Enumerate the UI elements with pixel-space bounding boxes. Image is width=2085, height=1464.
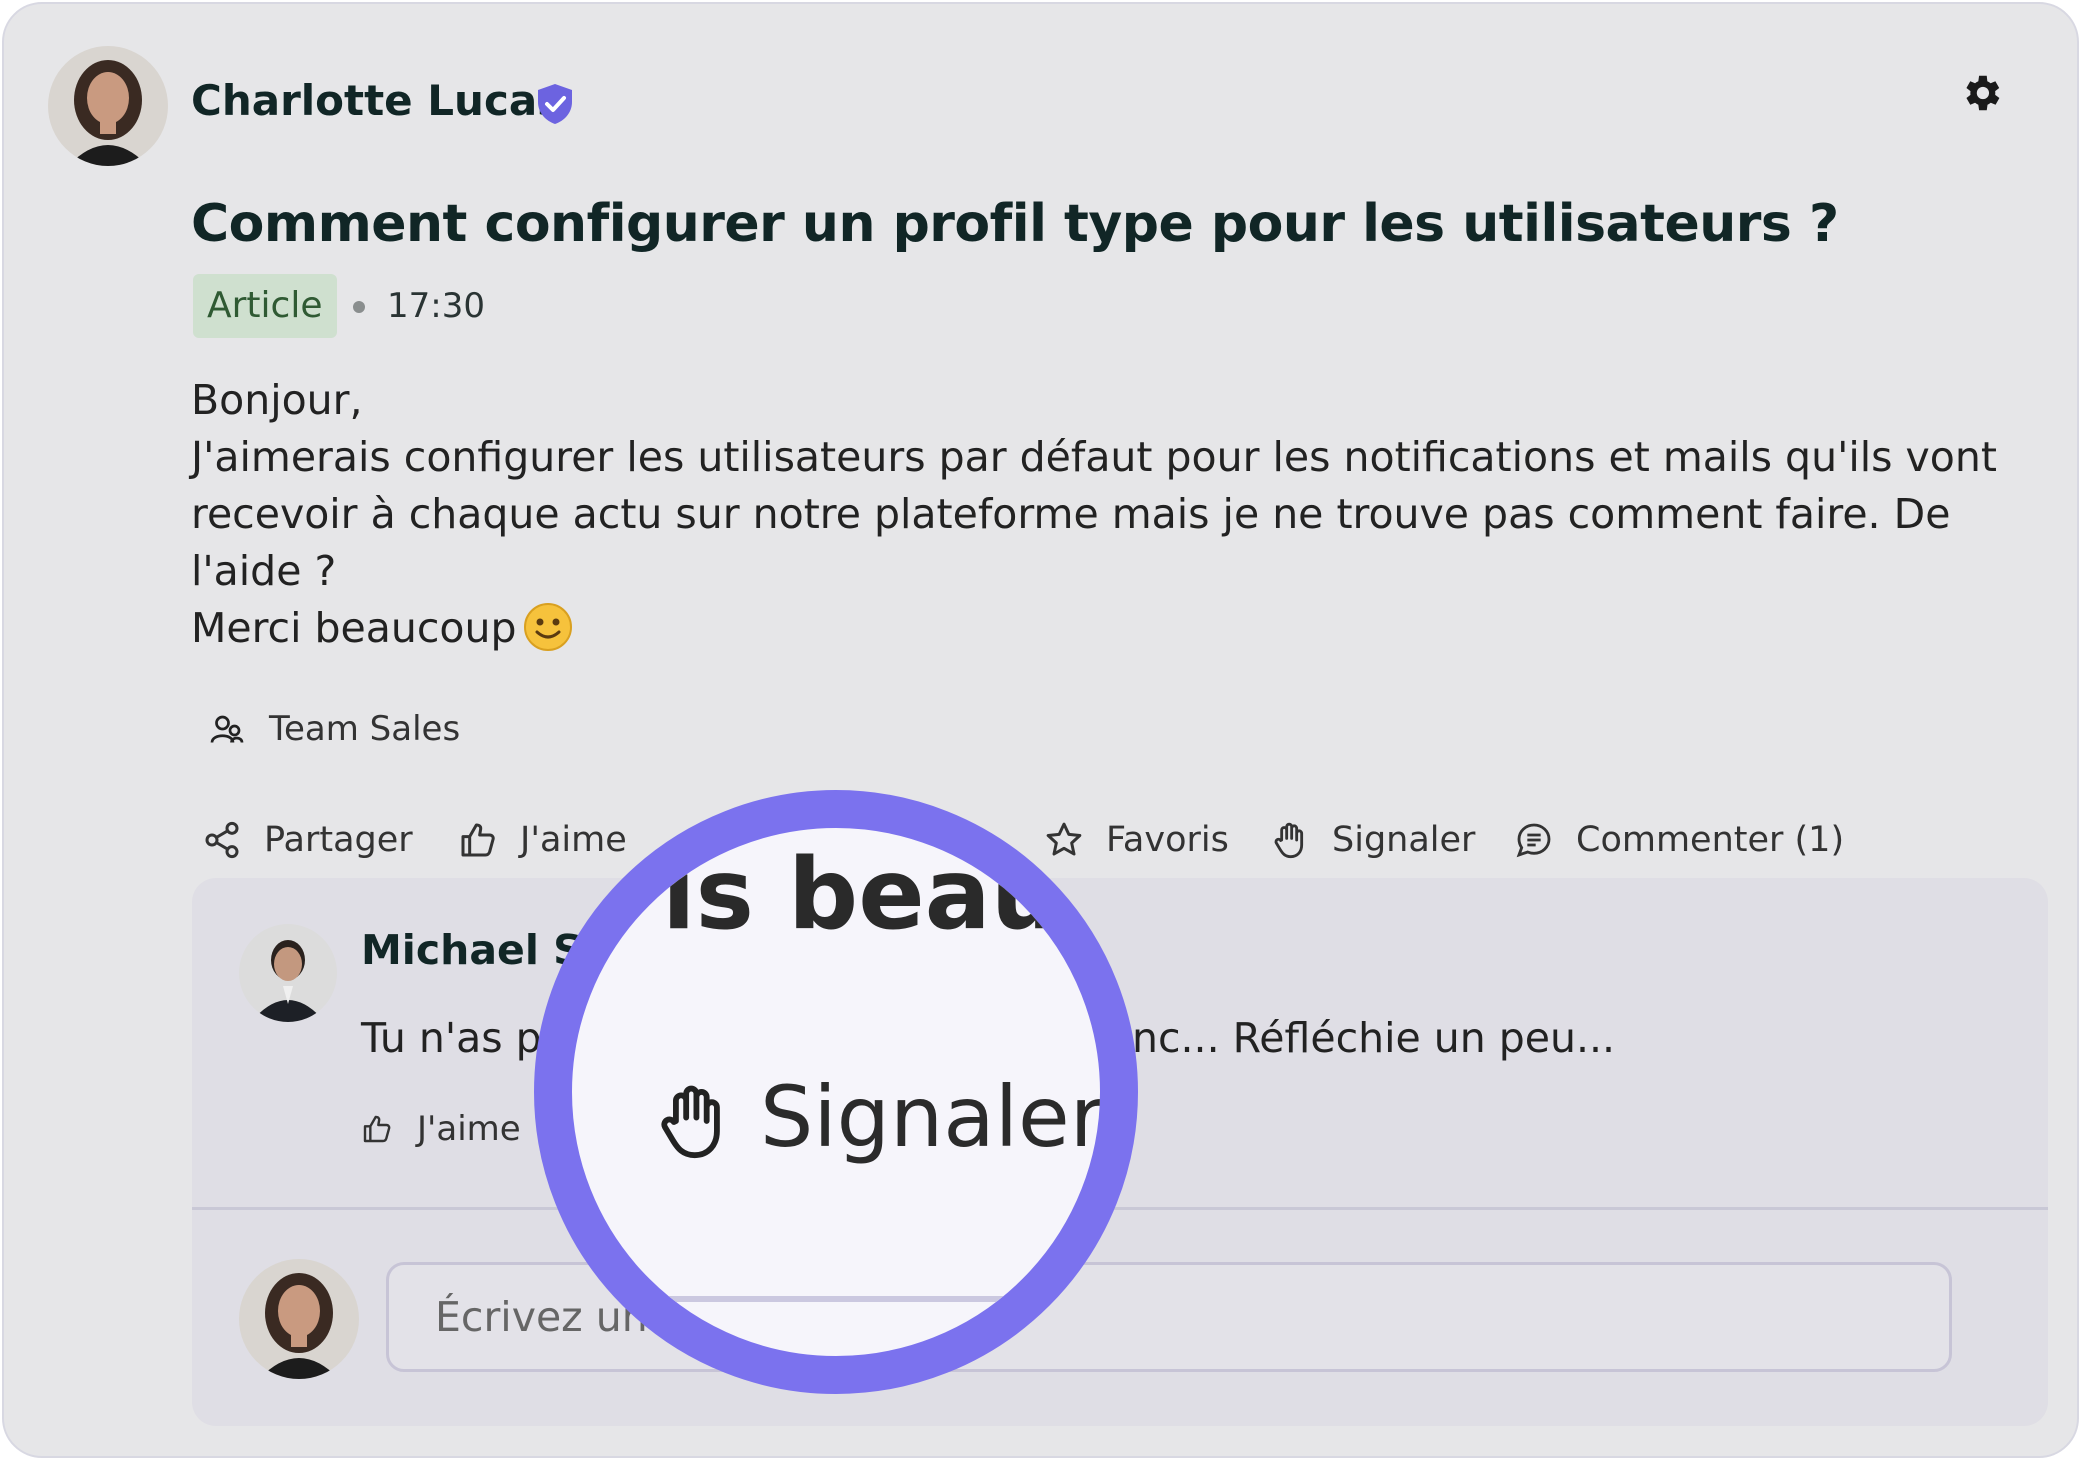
comments-divider xyxy=(192,1207,2048,1210)
post-body-line: Merci beaucoup xyxy=(191,600,2021,657)
comment-like-button[interactable]: J'aime xyxy=(361,1104,521,1154)
post-body: Bonjour, J'aimerais configurer les utili… xyxy=(191,372,2021,657)
group-tag[interactable]: Team Sales xyxy=(209,704,460,754)
magnified-report-label: Signaler xyxy=(760,1068,1105,1166)
hand-icon xyxy=(661,1085,720,1159)
comment-button[interactable]: Commenter (1) xyxy=(1514,812,1844,868)
group-tag-label: Team Sales xyxy=(269,709,461,749)
post-body-line: J'aimerais configurer les utilisateurs p… xyxy=(191,433,1997,481)
share-label: Partager xyxy=(264,820,413,860)
share-button[interactable]: Partager xyxy=(202,812,413,868)
post-body-line: l'aide ? xyxy=(191,547,337,595)
post-body-line: recevoir à chaque actu sur notre platefo… xyxy=(191,490,1951,538)
comment-like-label: J'aime xyxy=(417,1109,521,1149)
like-label: J'aime xyxy=(520,820,627,860)
thumbs-up-icon xyxy=(461,823,495,857)
like-button[interactable]: J'aime xyxy=(458,812,627,868)
magnified-input-border xyxy=(572,1296,1100,1302)
post-time: 17:30 xyxy=(387,286,485,326)
favorite-label: Favoris xyxy=(1106,820,1229,860)
thumbs-up-icon xyxy=(363,1115,391,1143)
gear-icon[interactable] xyxy=(1958,70,2004,116)
verified-shield-icon xyxy=(538,84,572,124)
post-actions-bar: Partager J'aime Favoris Signaler Comment… xyxy=(202,812,2002,868)
comment-text-end: nc... Réfléchie un peu... xyxy=(1132,1014,1616,1062)
author-name[interactable]: Charlotte Lucas xyxy=(191,76,562,125)
post-type-badge: Article xyxy=(193,274,337,338)
report-button[interactable]: Signaler xyxy=(1270,812,1475,868)
hand-icon xyxy=(1274,822,1304,859)
comment-label: Commenter (1) xyxy=(1576,820,1845,860)
separator-dot xyxy=(353,301,365,313)
author-avatar[interactable] xyxy=(48,46,168,166)
magnified-text: is beauc xyxy=(662,838,1119,952)
post-body-line: Bonjour, xyxy=(191,376,363,424)
commenter-avatar[interactable] xyxy=(239,924,337,1022)
smiley-emoji-icon xyxy=(523,603,572,651)
comment-icon xyxy=(1516,823,1551,858)
current-user-avatar xyxy=(239,1259,359,1379)
post-title: Comment configurer un profil type pour l… xyxy=(191,194,1839,254)
comment-text-start: Tu n'as p xyxy=(361,1014,542,1062)
report-label: Signaler xyxy=(1332,820,1476,860)
group-users-icon xyxy=(210,715,244,743)
post-body-line-text: Merci beaucoup xyxy=(191,604,517,652)
magnifier-overlay: is beauc Signaler xyxy=(534,790,1138,1394)
share-icon xyxy=(205,821,239,859)
post-card: Charlotte Lucas Comment configurer un pr… xyxy=(2,2,2079,1458)
